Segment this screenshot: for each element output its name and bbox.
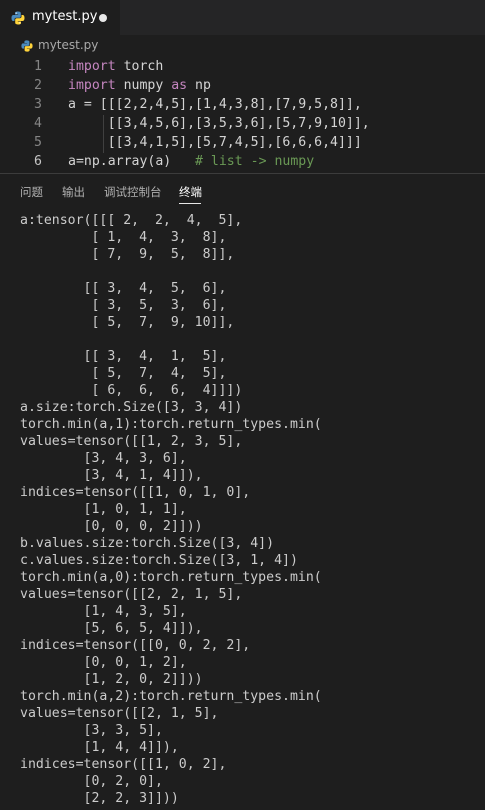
terminal-line: [0, 0, 1, 2], (20, 655, 187, 670)
terminal-line: [1, 4, 3, 5], (20, 604, 187, 619)
terminal-line: [3, 3, 5], (20, 723, 163, 738)
code-token: numpy (115, 78, 172, 93)
terminal-line: a:tensor([[[ 2, 2, 4, 5], (20, 213, 243, 228)
code-token: [[3,4,1,5],[5,7,4,5],[6,6,6,4]]] (68, 135, 362, 150)
terminal-line: [ 1, 4, 3, 8], (20, 230, 227, 245)
line-number: 3 (34, 97, 42, 112)
terminal-line: [1, 4, 4]]), (20, 740, 179, 755)
python-icon (21, 40, 33, 52)
unsaved-dot-icon[interactable] (99, 14, 107, 22)
line-number: 4 (34, 116, 42, 131)
terminal-line: [ 5, 7, 9, 10]], (20, 315, 235, 330)
terminal-line: [1, 2, 0, 2]])) (20, 672, 203, 687)
code-token: [[3,4,5,6],[3,5,3,6],[5,7,9,10]], (68, 116, 370, 131)
tab-mytest-py[interactable]: mytest.py (0, 0, 120, 35)
terminal-line: [ 5, 7, 4, 5], (20, 366, 227, 381)
code-line[interactable]: 4 [[3,4,5,6],[3,5,3,6],[5,7,9,10]], (0, 114, 485, 133)
terminal-line: [ 3, 5, 3, 6], (20, 298, 227, 313)
active-tab-underline (179, 203, 201, 204)
terminal-line: b.values.size:torch.Size([3, 4]) (20, 536, 275, 551)
code-line[interactable]: 1 import torch (0, 57, 485, 76)
code-line[interactable]: 6 a=np.array(a) # list -> numpy (0, 152, 485, 171)
line-number: 2 (34, 78, 42, 93)
code-text: import torch (68, 57, 163, 76)
terminal-line: [1, 0, 1, 1], (20, 502, 187, 517)
keyword-token: import (68, 59, 116, 74)
code-line[interactable]: 5 [[3,4,1,5],[5,7,4,5],[6,6,6,4]]] (0, 133, 485, 152)
code-text: [[3,4,1,5],[5,7,4,5],[6,6,6,4]]] (68, 133, 362, 152)
code-token: a=np.array(a) (68, 154, 196, 169)
terminal-line: torch.min(a,2):torch.return_types.min( (20, 689, 322, 704)
code-line[interactable]: 2 import numpy as np (0, 76, 485, 95)
keyword-token: as (171, 78, 188, 93)
terminal-line: indices=tensor([[1, 0, 2], (20, 757, 227, 772)
code-token: a = [[[2,2,4,5],[1,4,3,8],[7,9,5,8]], (68, 97, 362, 112)
code-token: torch (115, 59, 164, 74)
code-text: a = [[[2,2,4,5],[1,4,3,8],[7,9,5,8]], (68, 95, 362, 114)
comment-token: # list -> numpy (195, 154, 315, 169)
terminal-line: values=tensor([[2, 2, 1, 5], (20, 587, 243, 602)
editor-tab-bar: mytest.py (0, 0, 485, 35)
code-editor[interactable]: 1 import torch 2 import numpy as np 3 a = [[[… (0, 57, 485, 173)
terminal-line: [0, 2, 0], (20, 774, 163, 789)
keyword-token: import (68, 78, 116, 93)
terminal-line: a.size:torch.Size([3, 3, 4]) (20, 400, 243, 415)
line-number: 5 (34, 135, 42, 150)
terminal-line: [0, 0, 0, 2]])) (20, 519, 203, 534)
terminal-line: c.values.size:torch.Size([3, 1, 4]) (20, 553, 298, 568)
python-icon (11, 11, 25, 25)
terminal-line: [5, 6, 5, 4]]), (20, 621, 203, 636)
line-number: 6 (34, 154, 42, 169)
code-line[interactable]: 3 a = [[[2,2,4,5],[1,4,3,8],[7,9,5,8]], (0, 95, 485, 114)
code-token: np (187, 78, 211, 93)
tab-problems[interactable]: 问题 (20, 184, 43, 200)
terminal-line: [[ 3, 4, 5, 6], (20, 281, 227, 296)
terminal-line: [ 7, 9, 5, 8]], (20, 247, 235, 262)
tab-output[interactable]: 输出 (62, 184, 85, 200)
terminal-line: torch.min(a,1):torch.return_types.min( (20, 417, 322, 432)
tab-debug-console[interactable]: 调试控制台 (104, 184, 162, 200)
terminal-line: [2, 2, 3]])) (20, 791, 179, 806)
terminal-line: [[ 3, 4, 1, 5], (20, 349, 227, 364)
terminal-line: torch.min(a,0):torch.return_types.min( (20, 570, 322, 585)
code-text: a=np.array(a) # list -> numpy (68, 152, 314, 171)
terminal-line: [ 6, 6, 6, 4]]]) (20, 383, 243, 398)
terminal-line: indices=tensor([[0, 0, 2, 2], (20, 638, 251, 653)
tab-filename: mytest.py (32, 9, 98, 24)
tab-terminal[interactable]: 终端 (179, 184, 202, 200)
breadcrumb-filename[interactable]: mytest.py (38, 38, 98, 52)
terminal-line: indices=tensor([[1, 0, 1, 0], (20, 485, 251, 500)
terminal-line: [3, 4, 1, 4]]), (20, 468, 203, 483)
terminal-line: values=tensor([[1, 2, 3, 5], (20, 434, 243, 449)
terminal-line: [3, 4, 3, 6], (20, 451, 187, 466)
terminal-output[interactable]: a:tensor([[[ 2, 2, 4, 5], [ 1, 4, 3, 8],… (20, 212, 480, 810)
code-text: import numpy as np (68, 76, 211, 95)
panel-tab-bar: 问题 输出 调试控制台 终端 (0, 174, 485, 208)
terminal-line: values=tensor([[2, 1, 5], (20, 706, 219, 721)
code-text: [[3,4,5,6],[3,5,3,6],[5,7,9,10]], (68, 114, 370, 133)
line-number: 1 (34, 59, 42, 74)
